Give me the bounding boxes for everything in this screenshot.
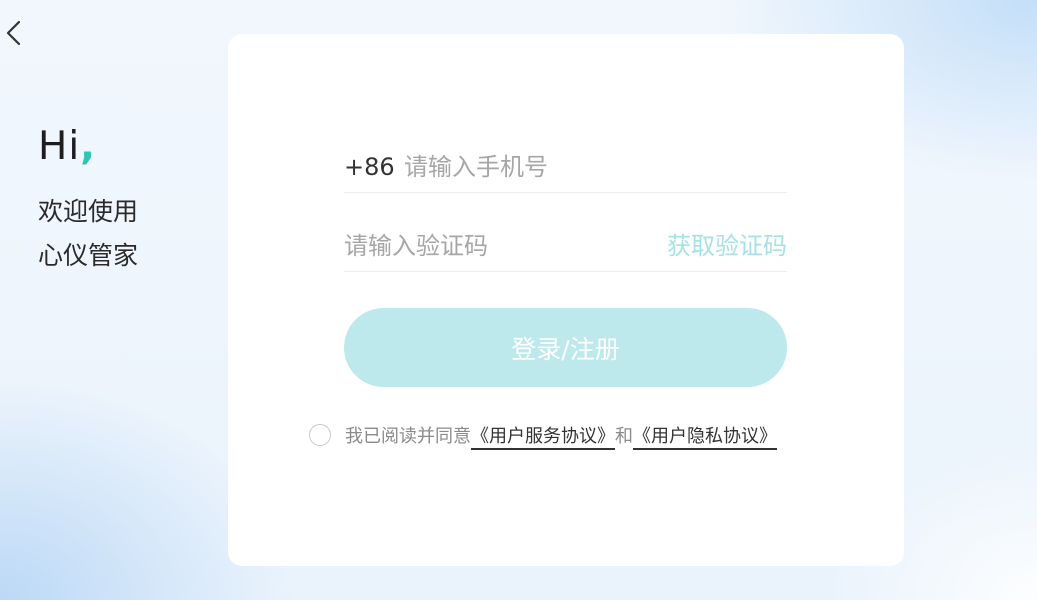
welcome-text: 欢迎使用 心仪管家 [38, 190, 218, 278]
service-agreement-link[interactable]: 《用户服务协议》 [471, 426, 615, 447]
login-register-button[interactable]: 登录/注册 [344, 308, 787, 387]
code-field-row: 获取验证码 [344, 194, 787, 272]
login-card: +86 获取验证码 登录/注册 我已阅读并同意《用户服务协议》和《用户隐私协议》 [228, 34, 904, 566]
greeting-hi: Hi, [38, 124, 218, 170]
greeting-section: Hi, 欢迎使用 心仪管家 [38, 124, 218, 278]
welcome-line-1: 欢迎使用 [38, 197, 139, 226]
radio-circle-icon[interactable] [309, 424, 331, 446]
welcome-line-2: 心仪管家 [38, 241, 139, 270]
phone-field-row: +86 [344, 115, 787, 193]
phone-input[interactable] [404, 149, 784, 185]
agreement-text: 我已阅读并同意《用户服务协议》和《用户隐私协议》 [345, 422, 777, 452]
agreement-prefix: 我已阅读并同意 [345, 426, 471, 447]
privacy-agreement-link[interactable]: 《用户隐私协议》 [633, 426, 777, 447]
country-code-prefix[interactable]: +86 [344, 151, 395, 183]
greeting-hi-text: Hi [38, 124, 81, 169]
greeting-comma: , [80, 124, 96, 169]
agreement-conjunction: 和 [615, 426, 633, 447]
get-code-button[interactable]: 获取验证码 [667, 230, 787, 262]
verification-code-input[interactable] [344, 228, 644, 264]
agreement-row: 我已阅读并同意《用户服务协议》和《用户隐私协议》 [309, 422, 869, 452]
back-button[interactable] [2, 18, 24, 48]
chevron-left-icon [6, 20, 21, 46]
